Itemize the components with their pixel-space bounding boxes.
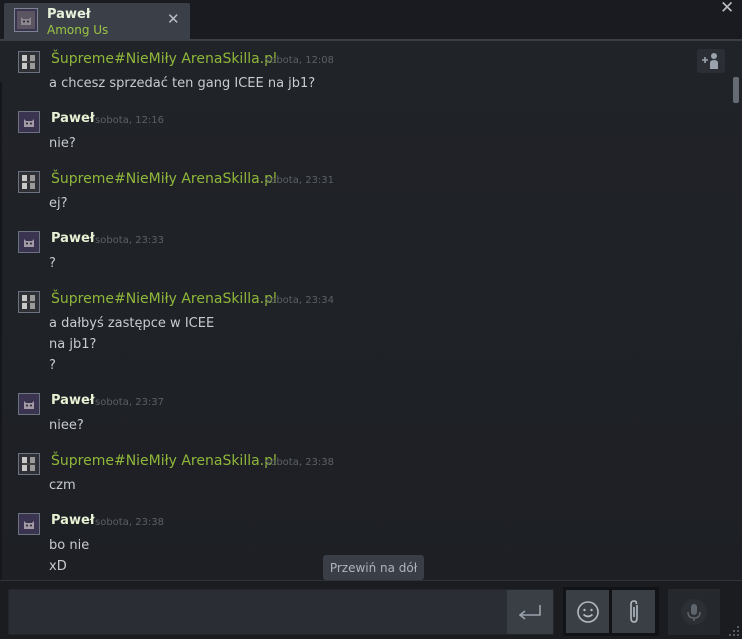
supreme-avatar-icon: [19, 172, 39, 192]
message-text: bo nie: [49, 538, 90, 553]
avatar: [18, 393, 40, 415]
cat-avatar-icon: [19, 514, 39, 534]
cat-avatar-icon: [19, 232, 39, 252]
tab-game-status: Among Us: [47, 23, 109, 37]
avatar: [18, 171, 40, 193]
message-timestamp: sobota, 23:38: [265, 457, 335, 468]
left-edge: [0, 82, 2, 580]
tab-close-icon[interactable]: ✕: [167, 10, 180, 28]
cat-avatar-icon: [19, 112, 39, 132]
message-sender[interactable]: Šupreme#NieMiły ArenaSkilla.pl: [51, 51, 277, 67]
avatar: [18, 453, 40, 475]
message-text: na jb1?: [49, 337, 97, 352]
microphone-icon: [681, 599, 707, 625]
chat-tab[interactable]: Paweł Among Us ✕: [4, 3, 190, 40]
message-text: ?: [49, 256, 56, 271]
message-sender[interactable]: Šupreme#NieMiły ArenaSkilla.pl: [51, 453, 277, 469]
send-button[interactable]: [507, 590, 553, 634]
resize-grip-icon[interactable]: [726, 623, 740, 637]
voice-button[interactable]: [668, 589, 720, 635]
message-sender[interactable]: Paweł: [51, 513, 95, 528]
message-text: niee?: [49, 418, 84, 433]
message-text: czm: [49, 478, 76, 493]
composer: [0, 580, 742, 639]
tab-bar: Paweł Among Us ✕ ✕: [0, 0, 742, 40]
cat-avatar-icon: [19, 394, 39, 414]
message-sender[interactable]: Šupreme#NieMiły ArenaSkilla.pl: [51, 171, 277, 187]
add-user-icon: [702, 53, 718, 69]
message-text: xD: [49, 559, 67, 574]
message-timestamp: sobota, 23:37: [95, 397, 165, 408]
message-text: ?: [49, 358, 56, 373]
paperclip-icon: [629, 599, 638, 623]
window-close-icon[interactable]: ✕: [720, 0, 734, 18]
attach-button[interactable]: [612, 590, 655, 633]
message-text: a dałbyś zastępce w ICEE: [49, 316, 215, 331]
send-icon: [518, 605, 541, 620]
message-timestamp: sobota, 23:34: [265, 295, 335, 306]
message-text: nie?: [49, 136, 76, 151]
message-sender[interactable]: Paweł: [51, 111, 95, 126]
avatar: [18, 291, 40, 313]
add-user-button[interactable]: [697, 49, 725, 73]
supreme-avatar-icon: [19, 292, 39, 312]
avatar: [18, 51, 40, 73]
message-text: a chcesz sprzedać ten gang ICEE na jb1?: [49, 76, 316, 91]
supreme-avatar-icon: [19, 454, 39, 474]
scrollbar-thumb[interactable]: [733, 77, 739, 103]
message-sender[interactable]: Paweł: [51, 393, 95, 408]
message-input[interactable]: [8, 589, 554, 635]
avatar: [18, 111, 40, 133]
message-timestamp: sobota, 23:38: [95, 517, 165, 528]
message-timestamp: sobota, 12:16: [95, 115, 165, 126]
composer-tools: [563, 587, 659, 636]
message-text: ej?: [49, 196, 68, 211]
emoji-button[interactable]: [566, 590, 609, 633]
scroll-to-bottom-button[interactable]: Przewiń na dół: [323, 555, 424, 580]
avatar: [18, 231, 40, 253]
message-timestamp: sobota, 23:33: [95, 235, 165, 246]
chat-history[interactable]: Šupreme#NieMiły ArenaSkilla.pl sobota, 1…: [0, 41, 742, 580]
message-sender[interactable]: Paweł: [51, 231, 95, 246]
supreme-avatar-icon: [19, 52, 39, 72]
avatar: [18, 513, 40, 535]
message-sender[interactable]: Šupreme#NieMiły ArenaSkilla.pl: [51, 291, 277, 307]
cat-avatar-icon: [15, 9, 37, 31]
emoji-icon: [576, 600, 599, 623]
message-timestamp: sobota, 23:31: [265, 175, 335, 186]
message-timestamp: sobota, 12:08: [265, 55, 335, 66]
tab-friend-name: Paweł: [47, 7, 91, 22]
avatar: [14, 8, 38, 32]
